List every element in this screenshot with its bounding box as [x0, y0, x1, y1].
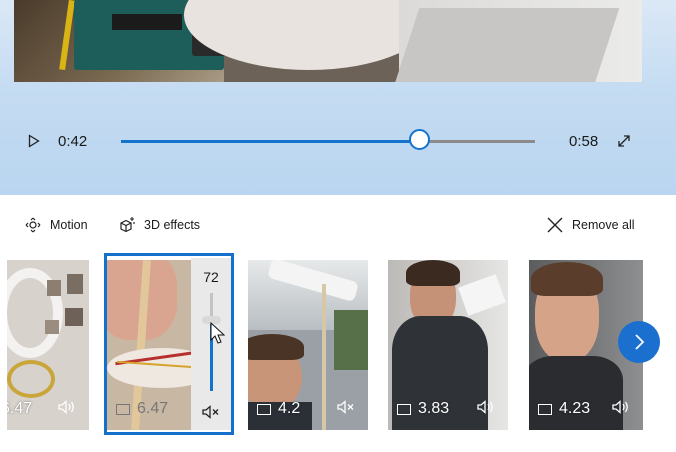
clip-duration-icon	[397, 403, 411, 415]
seek-progress	[121, 140, 420, 143]
motion-button[interactable]: Motion	[24, 214, 88, 236]
speaker-icon[interactable]	[611, 399, 631, 415]
play-button[interactable]	[26, 133, 42, 149]
seek-bar[interactable]	[121, 140, 535, 143]
chevron-right-icon	[635, 334, 645, 350]
remove-all-button[interactable]: Remove all	[546, 214, 635, 236]
motion-icon	[25, 217, 41, 233]
expand-icon	[618, 135, 630, 147]
preview-panel: 0:42 0:58	[0, 0, 676, 195]
volume-value: 72	[203, 269, 219, 285]
close-icon	[547, 217, 563, 233]
clip-duration-icon	[257, 403, 271, 415]
play-icon	[28, 134, 40, 148]
speaker-icon[interactable]	[476, 399, 496, 415]
clip-duration: 6.47	[7, 400, 33, 417]
mute-icon[interactable]	[336, 399, 356, 415]
video-preview[interactable]	[14, 0, 642, 82]
3d-effects-button[interactable]: 3D effects	[118, 214, 200, 236]
clip-duration-icon	[538, 403, 552, 415]
storyboard-clip[interactable]: 6.47	[7, 260, 89, 430]
clip-duration: 4.23	[538, 400, 590, 418]
current-time: 0:42	[58, 133, 88, 150]
3d-effects-label: 3D effects	[144, 218, 201, 232]
total-time: 0:58	[569, 133, 599, 150]
remove-all-label: Remove all	[572, 218, 635, 232]
storyboard: 6.47 6.47 4.2 3	[0, 250, 676, 440]
clip-duration: 4.2	[257, 400, 300, 418]
speaker-icon[interactable]	[57, 399, 77, 415]
clip-duration: 3.83	[397, 400, 449, 418]
storyboard-clip[interactable]: 3.83	[388, 260, 508, 430]
next-clips-button[interactable]	[618, 321, 660, 363]
seek-thumb[interactable]	[408, 129, 430, 150]
mute-icon[interactable]	[201, 404, 221, 420]
3d-effects-icon	[120, 217, 135, 233]
motion-label: Motion	[50, 218, 88, 232]
storyboard-clip[interactable]: 4.2	[248, 260, 368, 430]
mouse-cursor	[210, 322, 226, 344]
expand-button[interactable]	[616, 133, 632, 149]
